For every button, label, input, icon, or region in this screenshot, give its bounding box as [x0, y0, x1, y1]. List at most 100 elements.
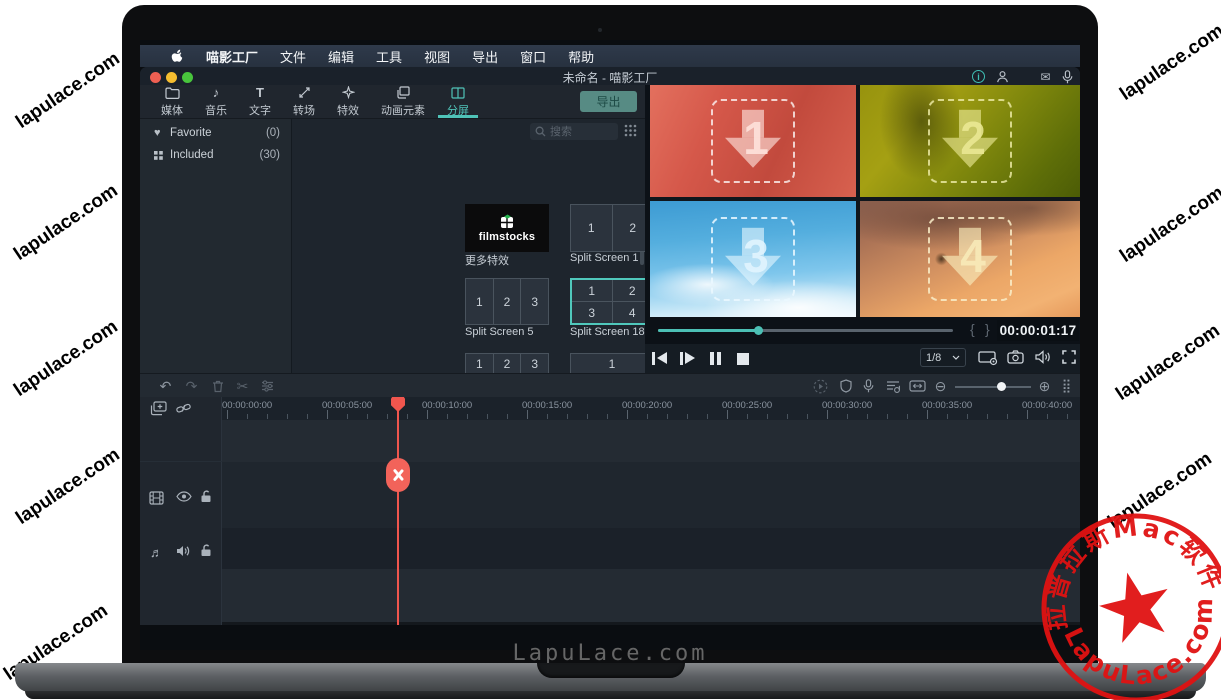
preview-stage: 1 2 3 4 [650, 85, 1080, 317]
audio-track-icon: ♬ [150, 545, 163, 560]
menu-item-view[interactable]: 视图 [424, 47, 450, 66]
window-titlebar: 未命名 - 喵影工厂 i ✉ [140, 67, 1080, 85]
zoom-in-icon[interactable]: ⊕ [1036, 378, 1053, 394]
watermark-diagonal: lapulace.com [12, 48, 124, 134]
ruler-label: 00:00:00:00 [222, 400, 272, 411]
timeline-ruler[interactable]: 00:00:00:00 00:00:05:00 00:00:10:00 00:0… [222, 397, 1080, 420]
tab-transitions[interactable]: 转场 [282, 85, 326, 118]
cut-icon[interactable]: ✂ [234, 378, 251, 394]
preset-label: Split Screen 18 [570, 326, 645, 338]
audio-track-row[interactable] [222, 528, 1080, 569]
zoom-out-icon[interactable]: ⊖ [932, 378, 949, 394]
undo-icon[interactable]: ↶ [157, 378, 174, 394]
preview-quadrant-1[interactable]: 1 [650, 85, 856, 197]
snapshot-camera-icon[interactable] [1007, 350, 1024, 364]
menu-item-export[interactable]: 导出 [472, 47, 498, 66]
account-icon[interactable] [995, 69, 1010, 84]
tab-label: 音乐 [205, 102, 227, 118]
display-settings-icon[interactable] [978, 350, 998, 366]
grip-icon[interactable]: ⣿ [1058, 378, 1075, 394]
seek-bar[interactable] [658, 329, 953, 332]
audio-mixer-icon[interactable] [884, 378, 901, 394]
playback-quality-dropdown[interactable]: 1/8 [920, 348, 966, 367]
menu-item-tools[interactable]: 工具 [376, 47, 402, 66]
export-button[interactable]: 导出 [580, 91, 637, 112]
preset-cell: 1 [571, 205, 612, 251]
pause-button[interactable] [708, 351, 726, 366]
toggle-visibility-icon[interactable] [176, 491, 192, 502]
preset-split-screen-5[interactable]: 1 2 3 [465, 278, 549, 325]
watermark-diagonal: lapulace.com [1112, 320, 1221, 406]
info-icon[interactable]: i [971, 69, 986, 84]
text-tool-icon: T [256, 86, 264, 100]
ruler-label: 00:00:30:00 [822, 400, 872, 411]
view-grid-icon[interactable] [624, 124, 637, 137]
redo-icon[interactable]: ↷ [183, 378, 200, 394]
tab-elements[interactable]: 动画元素 [370, 85, 436, 118]
play-button[interactable] [680, 351, 698, 366]
sidebar-item-count: (30) [260, 149, 280, 161]
render-preview-icon[interactable] [812, 378, 829, 394]
track-row-empty[interactable] [222, 569, 1080, 622]
fit-timeline-icon[interactable] [909, 378, 926, 394]
tab-effects[interactable]: 特效 [326, 85, 370, 118]
delete-icon[interactable] [209, 378, 226, 394]
video-track-row[interactable] [222, 462, 1080, 528]
mail-icon[interactable]: ✉ [1038, 69, 1053, 84]
watermark-diagonal: lapulace.com [12, 444, 124, 530]
tab-media[interactable]: 媒体 [150, 85, 194, 118]
tab-music[interactable]: ♪ 音乐 [194, 85, 238, 118]
seek-progress [658, 329, 758, 332]
seek-handle[interactable] [754, 326, 763, 335]
laptop-lid-notch [537, 663, 685, 678]
previous-frame-button[interactable] [652, 351, 670, 366]
mark-in-icon[interactable]: { [970, 321, 975, 337]
timeline-tracks[interactable] [222, 420, 1080, 625]
menu-item-help[interactable]: 帮助 [568, 47, 594, 66]
seek-row: { } 00:00:01:17 [645, 317, 1080, 344]
ruler-label: 00:00:15:00 [522, 400, 572, 411]
add-media-track-icon[interactable] [150, 401, 167, 416]
grid-squares-icon [154, 151, 170, 160]
shield-icon[interactable] [837, 378, 854, 394]
ruler-label: 00:00:25:00 [722, 400, 772, 411]
timeline-zoom-slider[interactable] [955, 386, 1031, 388]
volume-icon[interactable] [1035, 350, 1051, 364]
zoom-slider-handle[interactable] [997, 382, 1006, 391]
search-input[interactable] [550, 123, 614, 140]
preview-quadrant-3[interactable]: 3 [650, 201, 856, 317]
filmstocks-card[interactable]: filmstocks [465, 204, 549, 252]
video-track-icon [149, 491, 164, 505]
playhead-line [397, 397, 399, 625]
track-header-spacer [140, 420, 222, 462]
tab-text[interactable]: T 文字 [238, 85, 282, 118]
mark-out-icon[interactable]: } [985, 321, 990, 337]
record-voiceover-icon[interactable] [860, 378, 877, 394]
adjust-icon[interactable] [259, 378, 276, 394]
timeline-toolbar: ↶ ↷ ✂ [140, 373, 1080, 397]
sidebar-item-included[interactable]: Included (30) [140, 145, 292, 165]
link-icon[interactable] [176, 402, 191, 415]
fullscreen-icon[interactable] [1062, 350, 1076, 364]
menu-item-file[interactable]: 文件 [280, 47, 306, 66]
track-row-empty[interactable] [222, 420, 1080, 462]
tab-label: 动画元素 [381, 102, 425, 118]
preview-quadrant-2[interactable]: 2 [860, 85, 1080, 197]
lock-track-icon[interactable] [200, 544, 212, 557]
menu-item-edit[interactable]: 编辑 [328, 47, 354, 66]
menu-item-window[interactable]: 窗口 [520, 47, 546, 66]
apple-menu[interactable] [170, 48, 184, 64]
playhead-cut-button[interactable] [386, 458, 410, 492]
microphone-icon[interactable] [1060, 69, 1075, 84]
stop-button[interactable] [735, 351, 753, 366]
ruler-label: 00:00:10:00 [422, 400, 472, 411]
preview-quadrant-4[interactable]: 4 [860, 201, 1080, 317]
preset-split-screen-18-selected[interactable]: 1 2 3 4 [570, 278, 654, 325]
laptop-bottom-edge [25, 691, 1196, 699]
mute-track-icon[interactable] [176, 545, 190, 557]
menu-app-name[interactable]: 喵影工厂 [206, 47, 258, 66]
tab-splitscreen[interactable]: 分屏 [436, 85, 480, 118]
lock-track-icon[interactable] [200, 490, 212, 503]
sidebar-item-favorite[interactable]: ♥ Favorite (0) [140, 123, 292, 143]
preset-split-screen-1[interactable]: 1 2 [570, 204, 654, 252]
